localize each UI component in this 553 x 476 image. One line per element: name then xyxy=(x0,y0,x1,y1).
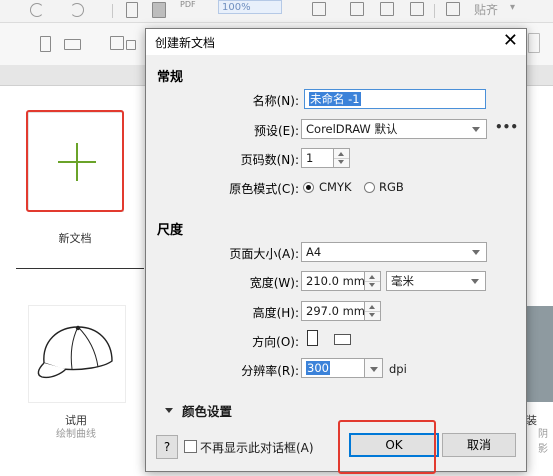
page-size-value: A4 xyxy=(306,245,322,259)
expand-triangle-icon[interactable] xyxy=(165,408,173,413)
cmyk-label: CMYK xyxy=(319,180,352,194)
spin-up-icon xyxy=(369,305,375,309)
more-options-button[interactable]: ••• xyxy=(495,120,518,134)
resolution-label: 分辨率(R): xyxy=(241,364,299,378)
section-divider xyxy=(16,268,144,269)
right-template-subtitle: 阴影 xyxy=(538,429,548,455)
name-input-value: 未命名 -1 xyxy=(309,92,361,106)
cap-illustration-icon xyxy=(37,325,113,379)
spin-down-icon xyxy=(338,160,344,164)
close-icon[interactable]: ✕ xyxy=(503,30,518,52)
spin-up-icon xyxy=(338,152,344,156)
color-mode-label: 原色模式(C): xyxy=(229,182,299,196)
dont-show-checkbox[interactable] xyxy=(184,440,197,453)
full-screen-icon[interactable] xyxy=(312,2,326,16)
width-spinner[interactable] xyxy=(365,271,381,291)
pages-spinner[interactable] xyxy=(334,148,350,168)
new-document-label: 新文档 xyxy=(58,232,92,245)
redo-icon[interactable] xyxy=(70,3,84,17)
pages-input[interactable]: 1 xyxy=(301,148,334,168)
publish-pdf-icon[interactable]: PDF xyxy=(180,0,196,9)
height-label: 高度(H): xyxy=(252,306,299,320)
snap-to-dropdown[interactable]: 贴齐 xyxy=(474,1,498,18)
pages-label: 页码数(N): xyxy=(240,153,299,167)
current-page-icon[interactable] xyxy=(126,40,136,50)
standard-toolbar: PDF 100% 贴齐 ▾ xyxy=(0,0,553,23)
ok-button-highlight xyxy=(338,420,436,474)
resolution-dropdown-button[interactable] xyxy=(365,358,383,378)
name-input[interactable]: 未命名 -1 xyxy=(304,89,486,109)
height-spinner[interactable] xyxy=(365,301,381,321)
template-subtitle: 绘制曲线 xyxy=(56,429,96,440)
toolbar-divider xyxy=(434,4,435,18)
undo-icon[interactable] xyxy=(30,3,44,17)
dialog-titlebar: 创建新文档 ✕ xyxy=(146,29,526,55)
landscape-button[interactable] xyxy=(334,334,351,345)
unit-dropdown[interactable]: 毫米 xyxy=(386,271,486,291)
spin-up-icon xyxy=(369,275,375,279)
page-landscape-icon[interactable] xyxy=(64,39,81,50)
help-button[interactable]: ? xyxy=(156,435,178,459)
zoom-level-value: 100% xyxy=(222,2,251,13)
rgb-label: RGB xyxy=(379,180,404,194)
show-grid-icon[interactable] xyxy=(350,2,364,16)
name-label: 名称(N): xyxy=(252,94,299,108)
zoom-level-combo[interactable]: 100% xyxy=(218,0,282,14)
portrait-button[interactable] xyxy=(307,330,318,346)
spin-down-icon xyxy=(369,283,375,287)
chevron-down-icon xyxy=(472,127,480,132)
chevron-down-icon xyxy=(471,279,479,284)
launch-icon[interactable] xyxy=(446,2,460,16)
resolution-input[interactable]: 300 xyxy=(301,358,365,378)
page-size-label: 页面大小(A): xyxy=(229,247,299,261)
general-section-header: 常规 xyxy=(157,70,184,85)
create-new-document-dialog: 创建新文档 ✕ 常规 名称(N): 未命名 -1 预设(E): CorelDRA… xyxy=(145,28,527,472)
dialog-title: 创建新文档 xyxy=(155,36,216,50)
preset-value: CorelDRAW 默认 xyxy=(306,122,398,136)
export-icon[interactable] xyxy=(152,2,166,18)
spin-down-icon xyxy=(369,313,375,317)
preset-dropdown[interactable]: CorelDRAW 默认 xyxy=(301,119,487,139)
dont-show-label: 不再显示此对话框(A) xyxy=(200,441,314,455)
units-icon[interactable] xyxy=(528,33,540,53)
orientation-label: 方向(O): xyxy=(252,335,299,349)
show-guidelines-icon[interactable] xyxy=(380,2,394,16)
resolution-value: 300 xyxy=(306,361,330,375)
unit-value: 毫米 xyxy=(391,274,414,288)
options-icon[interactable] xyxy=(410,2,424,16)
resolution-unit: dpi xyxy=(389,362,407,376)
new-document-highlight xyxy=(26,110,124,212)
height-value: 297.0 mm xyxy=(306,304,365,318)
rgb-radio[interactable] xyxy=(364,182,375,193)
right-template-tile[interactable] xyxy=(526,306,553,402)
color-settings-label[interactable]: 颜色设置 xyxy=(182,401,232,420)
chevron-down-icon xyxy=(472,250,480,255)
all-pages-icon[interactable] xyxy=(110,36,124,50)
height-input[interactable]: 297.0 mm xyxy=(301,301,365,321)
width-value: 210.0 mm xyxy=(306,274,365,288)
cmyk-radio[interactable] xyxy=(303,182,314,193)
preset-label: 预设(E): xyxy=(254,124,299,138)
page-portrait-icon[interactable] xyxy=(40,36,51,52)
width-label: 宽度(W): xyxy=(249,276,299,290)
width-input[interactable]: 210.0 mm xyxy=(301,271,365,291)
chevron-down-icon xyxy=(370,367,378,372)
toolbar-divider xyxy=(112,4,113,18)
import-icon[interactable] xyxy=(126,2,138,18)
right-template-label: 装 xyxy=(526,414,537,427)
chevron-down-icon: ▾ xyxy=(510,2,516,13)
cancel-button[interactable]: 取消 xyxy=(442,433,516,457)
page-size-dropdown[interactable]: A4 xyxy=(301,242,487,262)
pages-value: 1 xyxy=(306,151,314,165)
dimension-section-header: 尺度 xyxy=(157,223,184,238)
